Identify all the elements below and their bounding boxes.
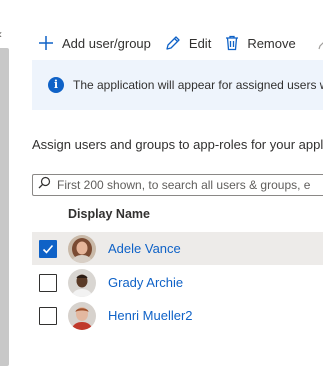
table-row[interactable]: Henri Mueller2 (32, 299, 323, 332)
search-placeholder: First 200 shown, to search all users & g… (57, 178, 311, 192)
assign-description: Assign users and groups to app-roles for… (32, 137, 323, 152)
edit-button[interactable]: Edit (165, 30, 211, 56)
row-display-name[interactable]: Adele Vance (108, 241, 181, 256)
row-checkbox[interactable] (39, 306, 57, 325)
display-name-column-header[interactable]: Display Name (68, 207, 150, 221)
avatar (68, 268, 96, 297)
search-icon (33, 176, 57, 194)
info-banner: i The application will appear for assign… (32, 60, 323, 110)
row-display-name[interactable]: Grady Archie (108, 275, 183, 290)
left-pane-scrollbar[interactable] (0, 48, 9, 366)
row-checkbox[interactable] (39, 273, 57, 292)
avatar (68, 234, 96, 263)
add-user-group-label: Add user/group (62, 35, 151, 51)
overflow-pencil-icon[interactable] (318, 36, 323, 50)
table-row[interactable]: Adele Vance (32, 232, 323, 265)
remove-button[interactable]: Remove (225, 30, 296, 56)
remove-label: Remove (247, 35, 296, 51)
add-user-group-button[interactable]: Add user/group (38, 30, 151, 56)
command-toolbar: Add user/group Edit Remove (38, 30, 310, 56)
table-row[interactable]: Grady Archie (32, 266, 323, 299)
search-input[interactable]: First 200 shown, to search all users & g… (32, 174, 323, 196)
plus-icon (38, 35, 62, 51)
banner-text: The application will appear for assigned… (73, 78, 323, 92)
row-display-name[interactable]: Henri Mueller2 (108, 308, 193, 323)
row-checkbox[interactable] (39, 239, 57, 258)
avatar (68, 301, 96, 330)
pencil-icon (165, 35, 189, 51)
edit-label: Edit (188, 35, 212, 51)
collapse-pane-chevron-icon[interactable]: ‹ (0, 28, 2, 40)
trash-icon (225, 35, 247, 51)
info-icon: i (48, 77, 64, 93)
